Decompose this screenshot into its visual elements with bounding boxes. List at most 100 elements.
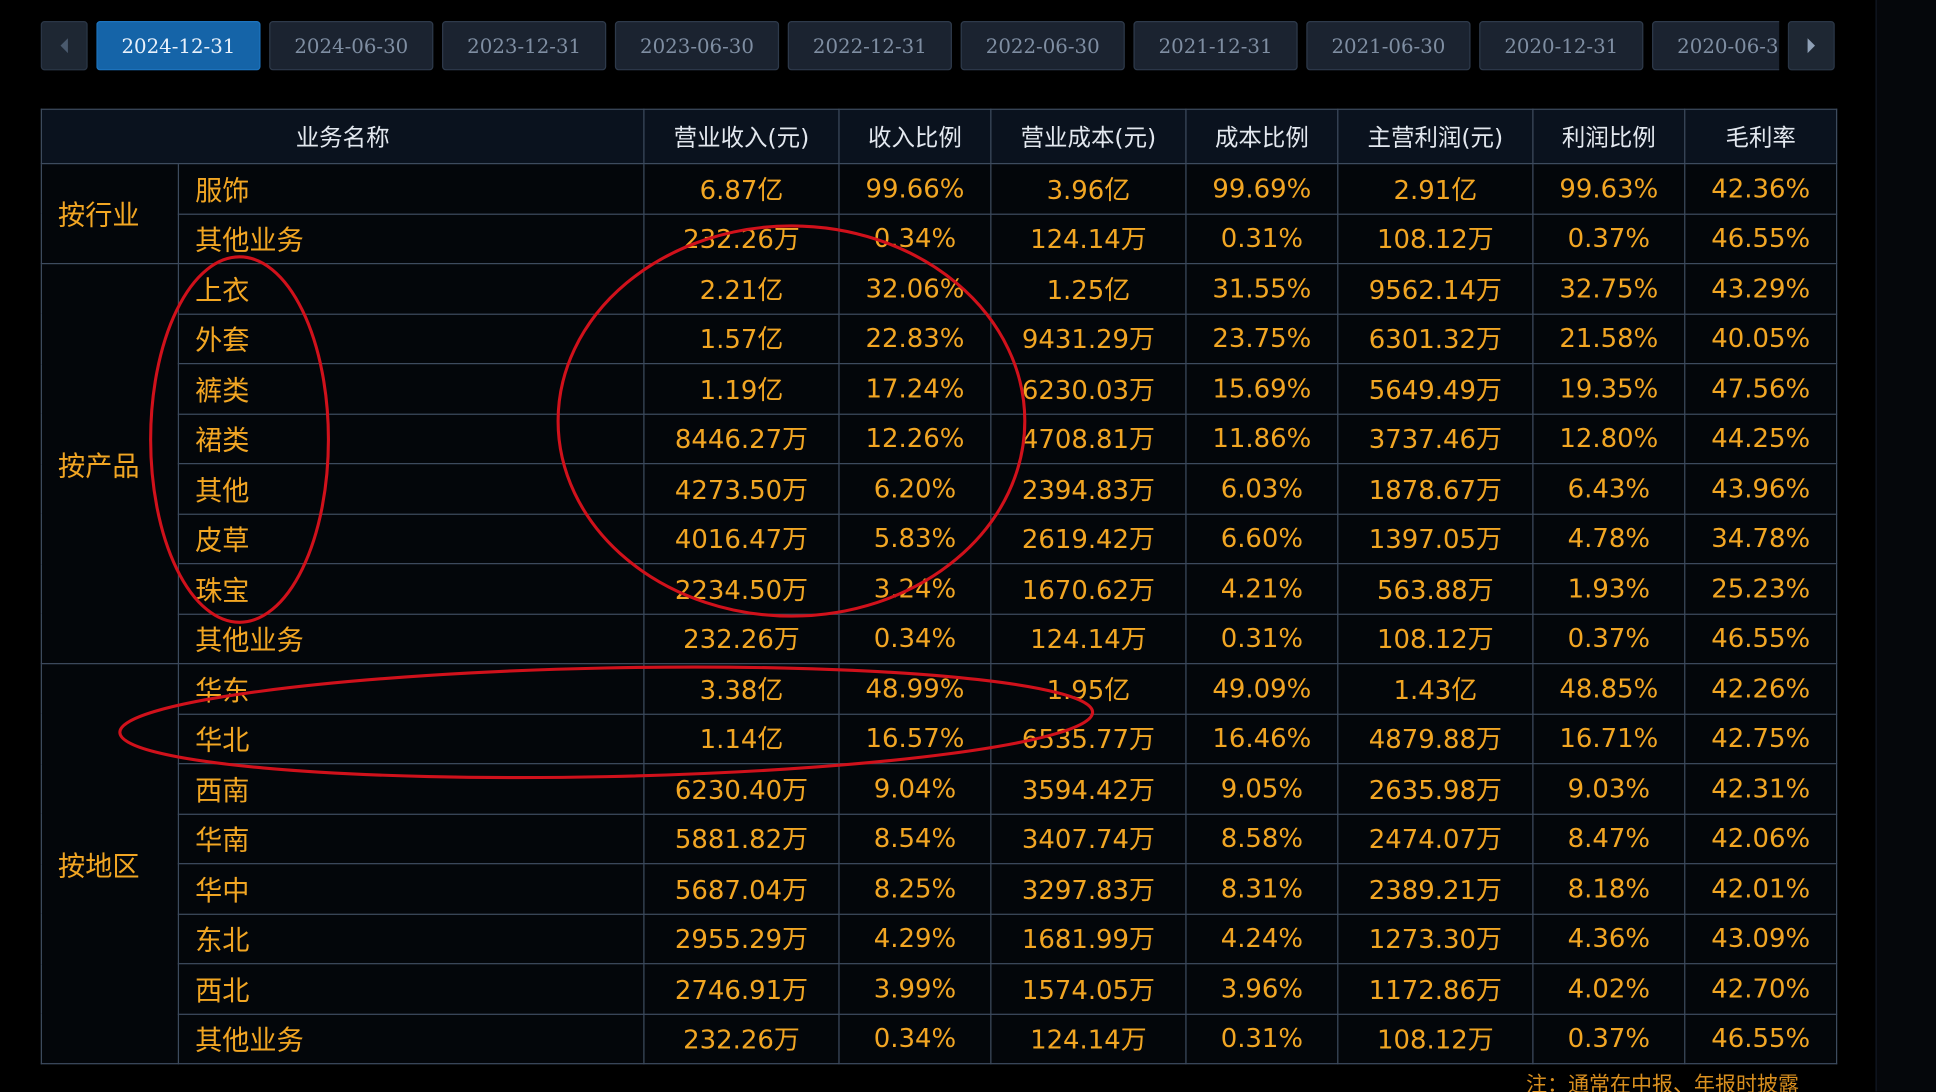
gross-margin-cell: 42.01% (1684, 863, 1838, 915)
profit-cell: 2635.98万 (1337, 763, 1534, 815)
revenue-ratio-cell: 3.99% (838, 963, 992, 1015)
tab-date[interactable]: 2021-12-31 (1133, 20, 1298, 71)
table-row: 按地区 华东 3.38亿 48.99% 1.95亿 49.09% 1.43亿 48.85% 42… (40, 663, 1838, 1065)
revenue-ratio-cell: 16.57% (838, 713, 992, 765)
cost-cell: 3297.83万 (990, 863, 1187, 915)
gross-margin-cell: 46.55% (1684, 212, 1838, 265)
profit-cell: 563.88万 (1337, 563, 1534, 615)
row-name: 西南 (177, 763, 645, 815)
tab-date[interactable]: 2022-12-31 (787, 20, 952, 71)
profit-ratio-cell: 0.37% (1532, 613, 1686, 665)
header-revenue-ratio: 收入比例 (838, 108, 992, 165)
revenue-ratio-cell: 0.34% (838, 1013, 992, 1065)
disclosure-footnote: 注：通常在中报、年报时披露 (1526, 1072, 1799, 1092)
table-row: 西南 6230.40万 9.04% 3594.42万 9.05% 2635.98万 9.03… (41, 763, 1838, 815)
cost-cell: 4708.81万 (990, 413, 1187, 465)
row-name: 裙类 (177, 413, 645, 465)
cost-cell: 124.14万 (990, 1013, 1187, 1065)
table-row: 裤类 1.19亿 17.24% 6230.03万 15.69% 5649.49万 19.35… (41, 363, 1838, 415)
profit-cell: 1878.67万 (1337, 463, 1534, 515)
revenue-cell: 2746.91万 (643, 963, 840, 1015)
revenue-ratio-cell: 0.34% (838, 212, 992, 265)
header-profit-ratio: 利润比例 (1532, 108, 1686, 165)
profit-ratio-cell: 8.18% (1532, 863, 1686, 915)
revenue-cell: 2955.29万 (643, 913, 840, 965)
profit-cell: 108.12万 (1337, 613, 1534, 665)
revenue-cell: 4016.47万 (643, 513, 840, 565)
revenue-cell: 2234.50万 (643, 563, 840, 615)
next-dates-button[interactable] (1787, 20, 1835, 71)
row-name: 其他 (177, 463, 645, 515)
revenue-ratio-cell: 8.54% (838, 813, 992, 865)
table-row: 其他业务 232.26万 0.34% 124.14万 0.31% 108.12万 0.37%… (41, 613, 1838, 665)
profit-ratio-cell: 32.75% (1532, 262, 1686, 315)
profit-cell: 2.91亿 (1337, 162, 1534, 215)
table-row: 华南 5881.82万 8.54% 3407.74万 8.58% 2474.07万 8.47… (41, 813, 1838, 865)
cost-ratio-cell: 16.46% (1185, 713, 1339, 765)
profit-ratio-cell: 0.37% (1532, 212, 1686, 265)
cost-ratio-cell: 31.55% (1185, 262, 1339, 315)
tab-date[interactable]: 2020-12-31 (1479, 20, 1644, 71)
gross-margin-cell: 43.09% (1684, 913, 1838, 965)
profit-cell: 1397.05万 (1337, 513, 1534, 565)
profit-ratio-cell: 1.93% (1532, 563, 1686, 615)
revenue-ratio-cell: 12.26% (838, 413, 992, 465)
gross-margin-cell: 42.75% (1684, 713, 1838, 765)
group-label: 按产品 (40, 262, 180, 665)
row-name: 华南 (177, 813, 645, 865)
revenue-cell: 232.26万 (643, 212, 840, 265)
tab-date[interactable]: 2021-06-30 (1306, 20, 1471, 71)
tab-date[interactable]: 2024-06-30 (269, 20, 434, 71)
profit-ratio-cell: 9.03% (1532, 763, 1686, 815)
revenue-cell: 5881.82万 (643, 813, 840, 865)
cost-cell: 9431.29万 (990, 313, 1187, 365)
gross-margin-cell: 46.55% (1684, 613, 1838, 665)
row-name: 华中 (177, 863, 645, 915)
row-name: 珠宝 (177, 563, 645, 615)
cost-ratio-cell: 3.96% (1185, 963, 1339, 1015)
gross-margin-cell: 25.23% (1684, 563, 1838, 615)
cost-cell: 6230.03万 (990, 363, 1187, 415)
revenue-ratio-cell: 17.24% (838, 363, 992, 415)
profit-ratio-cell: 6.43% (1532, 463, 1686, 515)
report-viewport: 2024-12-31 2024-06-30 2023-12-31 2023-06-30… (0, 0, 1936, 1092)
tab-date[interactable]: 2020-06-30 (1652, 20, 1780, 71)
revenue-cell: 232.26万 (643, 613, 840, 665)
tab-date[interactable]: 2022-06-30 (960, 20, 1125, 71)
tab-date[interactable]: 2023-06-30 (614, 20, 780, 71)
revenue-cell: 1.19亿 (643, 363, 840, 415)
header-gross-margin: 毛利率 (1684, 108, 1838, 165)
table-row: 外套 1.57亿 22.83% 9431.29万 23.75% 6301.32万 21.58… (41, 313, 1838, 365)
gross-margin-cell: 44.25% (1684, 413, 1838, 465)
cost-ratio-cell: 11.86% (1185, 413, 1339, 465)
table-row: 其他 4273.50万 6.20% 2394.83万 6.03% 1878.67万 6.43… (41, 463, 1838, 515)
cost-cell: 1681.99万 (990, 913, 1187, 965)
profit-cell: 108.12万 (1337, 1013, 1534, 1065)
cost-cell: 3594.42万 (990, 763, 1187, 815)
cost-ratio-cell: 0.31% (1185, 212, 1339, 265)
table-row: 其他业务 232.26万 0.34% 124.14万 0.31% 108.12万 0.37%… (41, 212, 1838, 265)
cost-ratio-cell: 49.09% (1185, 663, 1339, 715)
profit-ratio-cell: 4.36% (1532, 913, 1686, 965)
tab-date[interactable]: 2023-12-31 (442, 20, 607, 71)
revenue-cell: 232.26万 (643, 1013, 840, 1065)
previous-dates-button[interactable] (40, 20, 88, 71)
table-row: 按行业 服饰 6.87亿 99.66% 3.96亿 99.69% 2.91亿 99.63% 42… (40, 162, 1838, 265)
tab-date[interactable]: 2024-12-31 (96, 20, 261, 71)
cost-cell: 124.14万 (990, 212, 1187, 265)
profit-cell: 4879.88万 (1337, 713, 1534, 765)
profit-cell: 9562.14万 (1337, 262, 1534, 315)
table-row: 其他业务 232.26万 0.34% 124.14万 0.31% 108.12万 0.37%… (41, 1013, 1838, 1065)
cost-cell: 3.96亿 (990, 162, 1187, 215)
cost-cell: 2394.83万 (990, 463, 1187, 515)
cost-ratio-cell: 6.60% (1185, 513, 1339, 565)
cost-ratio-cell: 8.58% (1185, 813, 1339, 865)
gross-margin-cell: 42.31% (1684, 763, 1838, 815)
revenue-ratio-cell: 99.66% (838, 162, 992, 215)
row-name: 其他业务 (177, 613, 645, 665)
profit-cell: 108.12万 (1337, 212, 1534, 265)
cost-cell: 6535.77万 (990, 713, 1187, 765)
profit-ratio-cell: 12.80% (1532, 413, 1686, 465)
cost-cell: 1.25亿 (990, 262, 1187, 315)
profit-ratio-cell: 4.78% (1532, 513, 1686, 565)
